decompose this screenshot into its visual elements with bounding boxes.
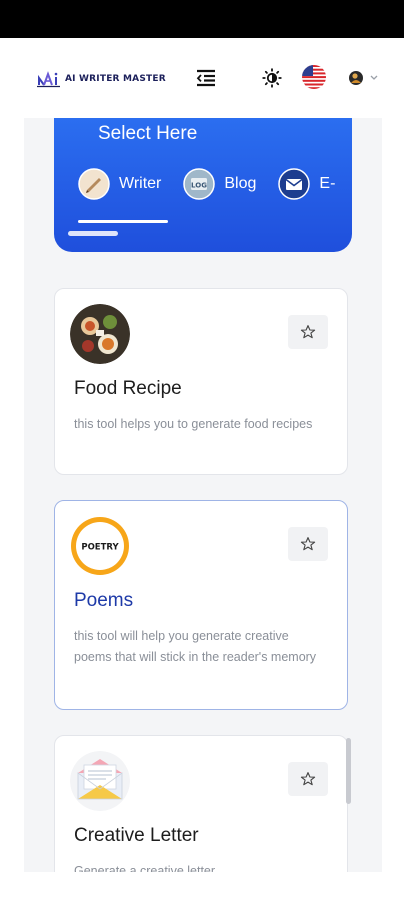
category-tab-writer[interactable]: Writer (78, 168, 161, 200)
tool-title: Food Recipe (74, 378, 182, 399)
letter-thumbnail (70, 751, 130, 811)
category-tab-email[interactable]: E- (278, 168, 335, 200)
favorite-button[interactable] (288, 527, 328, 561)
blog-icon: LOG (183, 168, 216, 200)
tool-description: Generate a creative letter (74, 864, 216, 872)
logo-text: AI WRITER MASTER (65, 74, 166, 84)
bottom-area (0, 872, 404, 900)
app-logo[interactable]: AI WRITER MASTER (37, 70, 166, 88)
app-header: AI WRITER MASTER (0, 38, 404, 118)
tool-card-creative-letter[interactable]: Creative Letter Generate a creative lett… (54, 735, 348, 872)
logo-mark-icon (37, 70, 61, 88)
category-tab-label: Blog (224, 175, 257, 192)
svg-text:LOG: LOG (191, 182, 207, 190)
us-flag-icon[interactable] (302, 65, 326, 89)
active-tab-indicator (78, 220, 168, 223)
category-tab-blog[interactable]: LOG Blog (183, 168, 256, 200)
tool-description: this tool helps you to generate food rec… (74, 417, 313, 431)
writer-icon (78, 168, 110, 200)
tabs-scroll-indicator[interactable] (68, 231, 118, 236)
avatar-icon (348, 70, 364, 86)
category-tabs: Writer LOG Blog E- (78, 168, 352, 200)
star-outline-icon (300, 324, 316, 340)
poetry-thumb-text: POETRY (81, 543, 119, 553)
poetry-thumbnail: POETRY (70, 516, 130, 576)
page-scrollbar-thumb[interactable] (346, 738, 351, 804)
category-tab-label: E- (319, 175, 336, 192)
favorite-button[interactable] (288, 762, 328, 796)
status-bar (0, 0, 404, 38)
email-icon (278, 168, 311, 200)
main-content: Select Here Writer LOG Blog E- Food Reci… (24, 118, 382, 872)
category-selector: Select Here Writer LOG Blog E- (54, 118, 352, 252)
tool-card-poems[interactable]: POETRY Poems this tool will help you gen… (54, 500, 348, 710)
star-outline-icon (300, 771, 316, 787)
user-menu[interactable] (346, 67, 382, 89)
favorite-button[interactable] (288, 315, 328, 349)
tool-title: Poems (74, 590, 134, 611)
tool-title: Creative Letter (74, 825, 199, 846)
star-outline-icon (300, 536, 316, 552)
chevron-down-icon (368, 70, 380, 86)
sun-icon[interactable] (261, 67, 283, 89)
category-tab-label: Writer (119, 175, 162, 192)
menu-collapse-icon[interactable] (194, 66, 218, 90)
category-selector-title: Select Here (98, 123, 198, 144)
tool-card-food-recipe[interactable]: Food Recipe this tool helps you to gener… (54, 288, 348, 475)
food-recipe-thumbnail (70, 304, 130, 364)
tool-description: this tool will help you generate creativ… (74, 629, 317, 664)
